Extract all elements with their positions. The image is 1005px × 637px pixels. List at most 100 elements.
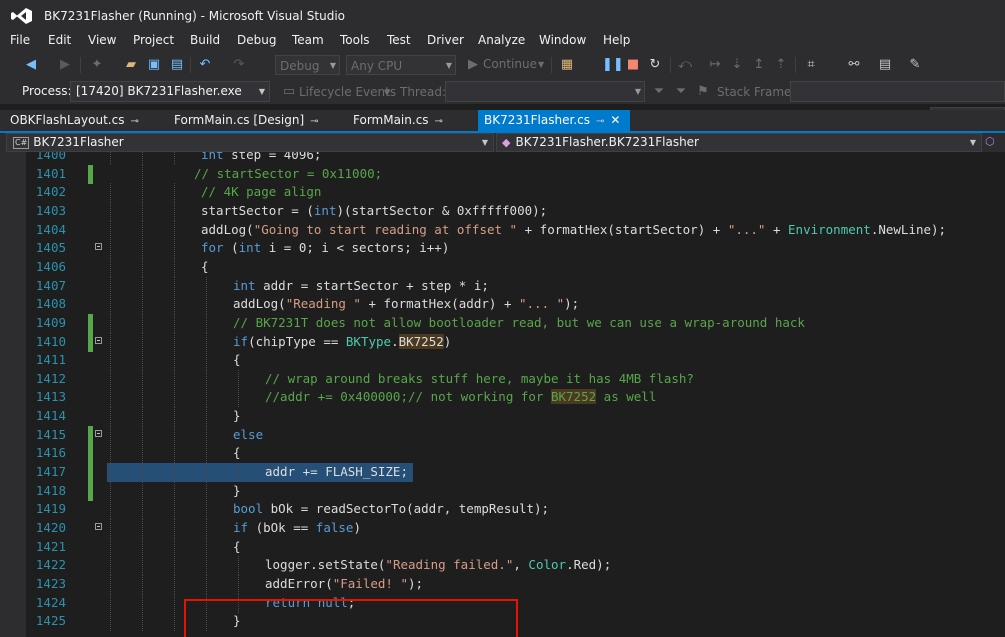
pin-icon[interactable]: ⊸ — [435, 116, 443, 127]
code-text[interactable]: addLog("Reading " + formatHex(addr) + ".… — [233, 295, 579, 313]
live-share-icon[interactable]: ✎ — [906, 56, 924, 74]
code-line: 1406 { — [0, 257, 1005, 277]
indent-guide — [110, 351, 111, 371]
menu-file[interactable]: File — [10, 33, 30, 47]
collapse-outline-icon[interactable] — [95, 523, 102, 530]
navigate-back-icon[interactable]: ◀ — [22, 56, 40, 74]
pin-icon[interactable]: ⊸ — [130, 116, 138, 127]
step-back-icon[interactable]: ⇡ — [772, 56, 790, 74]
code-line: 1409 // BK7231T does not allow bootloader… — [0, 313, 1005, 333]
close-icon[interactable]: ✕ — [610, 113, 620, 127]
code-text[interactable]: { — [201, 258, 209, 276]
stop-debugging-icon[interactable]: ■ — [624, 56, 642, 74]
pin-icon[interactable]: ⊸ — [310, 116, 318, 127]
code-text[interactable]: { — [233, 351, 241, 369]
step-into-icon[interactable]: ↦ — [706, 56, 724, 74]
solution-platform-dropdown[interactable]: Any CPU ▼ — [346, 55, 456, 75]
type-dropdown[interactable]: ◆ BK7231Flasher.BK7231Flasher ▼ — [496, 133, 982, 152]
step-out-icon[interactable]: ↥ — [750, 56, 768, 74]
code-editor[interactable]: 1400 int step = 4096; 1401 // startSector =… — [0, 152, 1005, 637]
step-over-icon[interactable]: ⇣ — [728, 56, 746, 74]
code-text[interactable]: addError("Failed! "); — [265, 575, 423, 593]
window-title: BK7231Flasher (Running) - Microsoft Visu… — [44, 9, 345, 23]
line-number: 1407 — [35, 277, 66, 293]
process-dropdown[interactable]: [17420] BK7231Flasher.exe ▼ — [70, 81, 270, 102]
code-text[interactable]: bool bOk = readSectorTo(addr, tempResult… — [233, 500, 549, 518]
filter-icon[interactable]: ⏷ — [650, 83, 668, 101]
indent-guide — [110, 295, 111, 315]
code-text[interactable]: // BK7231T does not allow bootloader rea… — [233, 314, 805, 332]
save-all-icon[interactable]: ▤ — [168, 56, 186, 74]
chevron-down-icon[interactable]: ▼ — [538, 60, 544, 69]
indent-guide — [142, 369, 143, 389]
solution-configuration-dropdown[interactable]: Debug ▼ — [275, 55, 340, 75]
menu-analyze[interactable]: Analyze — [478, 33, 525, 47]
code-text[interactable]: // startSector = 0x11000; — [194, 165, 382, 183]
continue-button-label[interactable]: Continue — [483, 57, 537, 71]
restart-icon[interactable]: ↻ — [646, 56, 664, 74]
tab-bk7231flasher[interactable]: BK7231Flasher.cs ⊸ ✕ — [478, 110, 630, 131]
menu-view[interactable]: View — [88, 33, 116, 47]
continue-play-icon[interactable]: ▶ — [464, 56, 482, 74]
code-text[interactable]: } — [233, 407, 241, 425]
code-text[interactable]: if (bOk == false) — [233, 519, 361, 537]
title-bar: BK7231Flasher (Running) - Microsoft Visu… — [0, 0, 1005, 32]
open-folder-icon[interactable]: ▰ — [122, 56, 140, 74]
indent-guide — [142, 481, 143, 501]
diagnostic-tools-icon[interactable]: ⚯ — [845, 56, 863, 74]
menu-window[interactable]: Window — [539, 33, 586, 47]
stack-frame-dropdown[interactable] — [790, 81, 1005, 102]
menu-debug[interactable]: Debug — [237, 33, 276, 47]
code-line: 1415 else — [0, 425, 1005, 445]
code-text[interactable]: //addr += 0x400000;// not working for BK… — [265, 388, 656, 406]
thread-dropdown[interactable]: ▼ — [445, 81, 645, 102]
menu-help[interactable]: Help — [603, 33, 630, 47]
code-text[interactable]: int addr = startSector + step * i; — [233, 277, 489, 295]
pin-icon[interactable]: ⊸ — [596, 116, 604, 127]
indent-guide — [174, 556, 175, 576]
member-dropdown-icon[interactable]: ⬡ — [985, 135, 1001, 150]
tab-formmain[interactable]: FormMain.cs ⊸ — [343, 110, 478, 131]
code-text[interactable]: addr += FLASH_SIZE; — [265, 463, 408, 481]
undo-icon[interactable]: ↶ — [196, 56, 214, 74]
collapse-outline-icon[interactable] — [95, 429, 102, 437]
menu-edit[interactable]: Edit — [48, 33, 71, 47]
toggle-filter-icon[interactable]: ⏷ — [672, 83, 690, 101]
project-dropdown[interactable]: C# BK7231Flasher ▼ — [6, 133, 494, 152]
code-text[interactable]: for (int i = 0; i < sectors; i++) — [201, 239, 449, 257]
navigate-forward-icon[interactable]: ▶ — [56, 56, 74, 74]
code-text[interactable]: else — [233, 426, 263, 444]
code-text[interactable]: if(chipType == BKType.BK7252) — [233, 333, 451, 351]
flag-threads-icon[interactable]: ⚑ — [694, 83, 712, 101]
menu-driver[interactable]: Driver — [427, 33, 464, 47]
code-text[interactable]: int step = 4096; — [201, 152, 321, 164]
indent-guide — [142, 295, 143, 315]
code-text[interactable]: { — [233, 444, 241, 462]
code-text[interactable]: { — [233, 538, 241, 556]
menu-build[interactable]: Build — [190, 33, 220, 47]
code-text[interactable]: addLog("Going to start reading at offset… — [201, 221, 946, 239]
break-all-pause-icon[interactable]: ❚❚ — [602, 56, 624, 74]
indent-guide — [110, 152, 111, 165]
code-text[interactable]: startSector = (int)(startSector & 0xffff… — [201, 202, 547, 220]
menu-tools[interactable]: Tools — [340, 33, 370, 47]
tab-obkflashlayout[interactable]: OBKFlashLayout.cs ⊸ — [0, 110, 160, 131]
output-window-icon[interactable]: ▤ — [876, 56, 894, 74]
show-next-statement-icon[interactable]: ⤺ — [676, 56, 694, 74]
code-text[interactable]: // 4K page align — [201, 183, 321, 201]
menu-team[interactable]: Team — [292, 33, 324, 47]
collapse-outline-icon[interactable] — [95, 336, 102, 344]
lifecycle-events-dropdown[interactable]: Lifecycle Events — [299, 85, 396, 99]
menu-project[interactable]: Project — [133, 33, 174, 47]
code-text[interactable]: } — [233, 482, 241, 500]
save-icon[interactable]: ▣ — [145, 56, 163, 74]
hex-display-icon[interactable]: ⌗ — [802, 56, 820, 74]
menu-test[interactable]: Test — [387, 33, 411, 47]
tab-formmain-design[interactable]: FormMain.cs [Design] ⊸ — [164, 110, 344, 131]
redo-icon[interactable]: ↷ — [230, 56, 248, 74]
new-project-icon[interactable]: ✦ — [88, 56, 106, 74]
collapse-outline-icon[interactable] — [95, 243, 102, 251]
process-window-icon[interactable]: ▦ — [558, 56, 576, 74]
code-text[interactable]: logger.setState("Reading failed.", Color… — [265, 556, 611, 574]
code-text[interactable]: // wrap around breaks stuff here, maybe … — [265, 370, 694, 388]
